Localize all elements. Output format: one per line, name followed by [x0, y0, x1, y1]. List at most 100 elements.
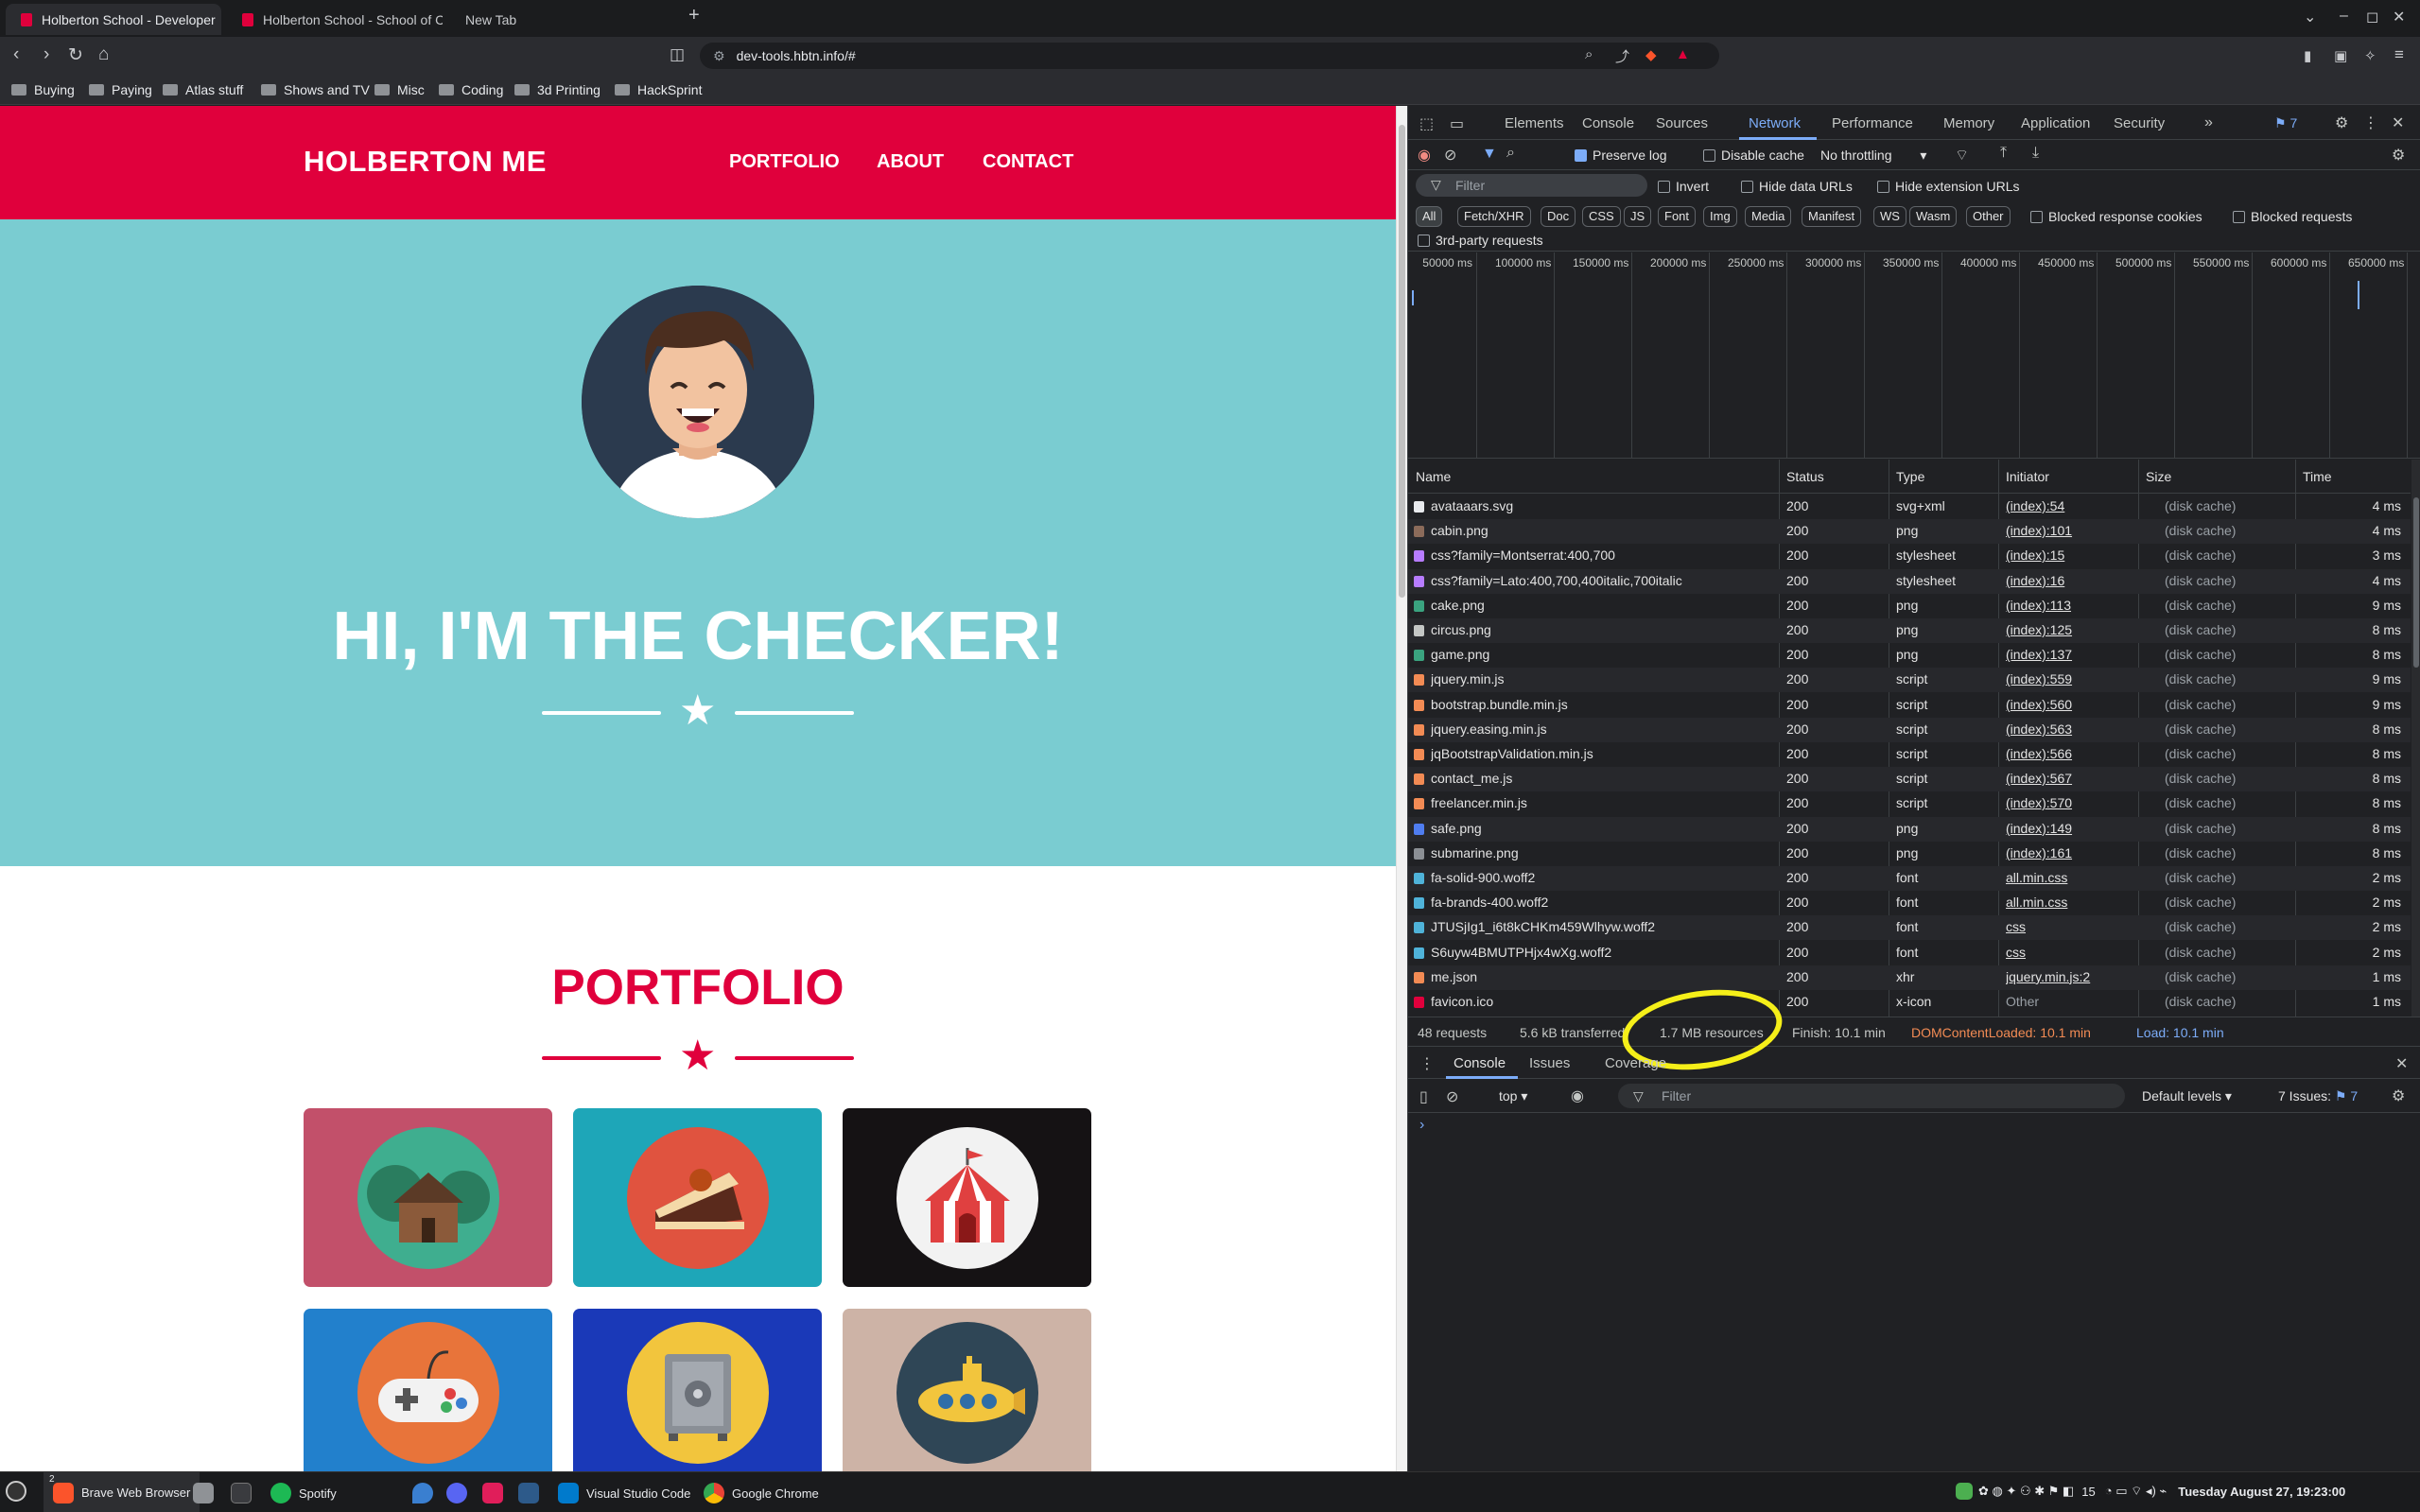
- close-window-icon[interactable]: ✕: [2393, 8, 2405, 26]
- cell-initiator[interactable]: jquery.min.js:2: [2006, 969, 2138, 984]
- nav-portfolio[interactable]: PORTFOLIO: [729, 151, 840, 173]
- type-manifest[interactable]: Manifest: [1802, 206, 1862, 227]
- start-menu-icon[interactable]: [6, 1481, 34, 1502]
- type-img[interactable]: Img: [1703, 206, 1737, 227]
- home-icon[interactable]: ⌂: [98, 44, 109, 65]
- network-request-row[interactable]: jquery.min.js 200 script (index):559 (disk c…: [1408, 668, 2411, 693]
- maximize-icon[interactable]: ◻: [2366, 8, 2378, 26]
- drawer-tab-console[interactable]: Console: [1454, 1055, 1506, 1071]
- network-list-scrollbar[interactable]: [2411, 460, 2420, 1017]
- settings-gear-icon[interactable]: ⚙: [2335, 113, 2348, 132]
- minimize-icon[interactable]: –: [2340, 8, 2348, 25]
- browser-tab-2[interactable]: Holberton School - School of Co: [227, 4, 443, 35]
- cell-initiator[interactable]: css: [2006, 919, 2138, 934]
- code-icon[interactable]: [518, 1483, 547, 1503]
- tab-performance[interactable]: Performance: [1832, 115, 1913, 131]
- bookmark-folder[interactable]: Shows and TV: [261, 82, 370, 97]
- drawer-menu-icon[interactable]: ⋮: [1419, 1054, 1435, 1073]
- type-media[interactable]: Media: [1745, 206, 1792, 227]
- tab-console[interactable]: Console: [1582, 115, 1634, 131]
- portfolio-item-cake[interactable]: [573, 1108, 822, 1287]
- network-request-row[interactable]: cabin.png 200 png (index):101 (disk cache) 4 …: [1408, 519, 2411, 545]
- hide-data-urls-checkbox[interactable]: Hide data URLs: [1741, 179, 1853, 194]
- network-request-row[interactable]: cake.png 200 png (index):113 (disk cache) 9 m…: [1408, 594, 2411, 618]
- drop-icon[interactable]: [412, 1483, 441, 1503]
- bookmark-folder[interactable]: Buying: [11, 82, 75, 97]
- new-tab-button[interactable]: +: [688, 5, 700, 26]
- device-toolbar-icon[interactable]: ▭: [1450, 114, 1464, 133]
- network-request-row[interactable]: safe.png 200 png (index):149 (disk cache) 8 m…: [1408, 816, 2411, 842]
- cell-initiator[interactable]: (index):137: [2006, 647, 2138, 662]
- network-request-row[interactable]: jqBootstrapValidation.min.js 200 script (in…: [1408, 742, 2411, 767]
- cell-initiator[interactable]: (index):567: [2006, 771, 2138, 786]
- throttling-select[interactable]: No throttling ▾: [1820, 148, 1926, 164]
- disable-cache-checkbox[interactable]: Disable cache: [1703, 148, 1804, 163]
- preserve-log-checkbox[interactable]: Preserve log: [1575, 148, 1667, 163]
- cell-initiator[interactable]: Other: [2006, 994, 2138, 1009]
- sidebar-icon[interactable]: ▮: [2304, 47, 2311, 64]
- export-har-icon[interactable]: ⤓: [2032, 145, 2039, 162]
- kebab-menu-icon[interactable]: ⋮: [2363, 113, 2378, 132]
- issues-counter[interactable]: 7 Issues: ⚑ 7: [2278, 1088, 2358, 1104]
- tray-icons[interactable]: ✿ ◍ ✦ ⚇ ✱ ⚑ ◧: [1978, 1484, 2074, 1499]
- tab-sources[interactable]: Sources: [1656, 115, 1708, 131]
- nav-contact[interactable]: CONTACT: [983, 151, 1073, 173]
- tab-memory[interactable]: Memory: [1943, 115, 1994, 131]
- bookmark-icon[interactable]: ◫: [670, 45, 685, 64]
- type-other[interactable]: Other: [1966, 206, 2011, 227]
- record-icon[interactable]: ◉: [1418, 146, 1431, 165]
- portfolio-item-game[interactable]: [304, 1309, 552, 1471]
- tab-elements[interactable]: Elements: [1505, 115, 1564, 131]
- console-output[interactable]: ›: [1408, 1113, 2420, 1471]
- network-request-row[interactable]: css?family=Montserrat:400,700 200 styleshe…: [1408, 544, 2411, 568]
- cell-initiator[interactable]: (index):15: [2006, 547, 2138, 563]
- wallet-icon[interactable]: ▣: [2334, 47, 2347, 64]
- task-brave[interactable]: Brave Web Browser 2: [44, 1472, 200, 1512]
- tab-network[interactable]: Network: [1749, 115, 1801, 131]
- network-request-row[interactable]: favicon.ico 200 x-icon Other (disk cache) 1 m…: [1408, 990, 2411, 1015]
- reload-icon[interactable]: ↻: [68, 44, 83, 66]
- col-initiator[interactable]: Initiator: [2006, 469, 2049, 484]
- network-settings-icon[interactable]: ⚙: [2392, 146, 2405, 165]
- live-expression-eye-icon[interactable]: ◉: [1571, 1086, 1584, 1105]
- share-icon[interactable]: ⤴: [1615, 46, 1629, 66]
- close-tab-icon[interactable]: ✕: [216, 11, 221, 27]
- terminal-icon[interactable]: [231, 1483, 259, 1503]
- network-request-row[interactable]: freelancer.min.js 200 script (index):570 (di…: [1408, 791, 2411, 816]
- cell-initiator[interactable]: (index):125: [2006, 622, 2138, 637]
- network-request-row[interactable]: fa-brands-400.woff2 200 font all.min.css (di…: [1408, 891, 2411, 915]
- zoom-icon[interactable]: ⌕: [1585, 46, 1593, 62]
- type-ws[interactable]: WS: [1873, 206, 1906, 227]
- cell-initiator[interactable]: all.min.css: [2006, 895, 2138, 910]
- browser-tab-3[interactable]: New Tab: [450, 4, 687, 35]
- blocked-response-cookies-checkbox[interactable]: Blocked response cookies: [2030, 209, 2202, 224]
- blocked-requests-checkbox[interactable]: Blocked requests: [2233, 209, 2352, 224]
- bookmark-folder[interactable]: HackSprint: [615, 82, 702, 97]
- cell-initiator[interactable]: (index):113: [2006, 598, 2138, 613]
- console-filter-input[interactable]: Filter: [1618, 1084, 2125, 1108]
- console-sidebar-icon[interactable]: ▯: [1419, 1087, 1428, 1106]
- leo-icon[interactable]: ✧: [2364, 47, 2376, 64]
- tab-application[interactable]: Application: [2021, 115, 2090, 131]
- cell-initiator[interactable]: (index):563: [2006, 721, 2138, 737]
- bookmark-folder[interactable]: Misc: [374, 82, 425, 97]
- network-request-row[interactable]: game.png 200 png (index):137 (disk cache) 8 m…: [1408, 643, 2411, 668]
- tray-status-icons[interactable]: ◔ ▭ ⌔ ◂) ⌁: [2105, 1484, 2167, 1499]
- more-tabs-icon[interactable]: »: [2204, 114, 2213, 131]
- filter-icon[interactable]: ▼: [1482, 146, 1497, 163]
- network-request-row[interactable]: contact_me.js 200 script (index):567 (disk c…: [1408, 767, 2411, 792]
- col-time[interactable]: Time: [2303, 469, 2332, 484]
- clear-icon[interactable]: ⊘: [1444, 146, 1456, 165]
- cell-initiator[interactable]: (index):560: [2006, 697, 2138, 712]
- slack-icon[interactable]: [482, 1483, 511, 1503]
- col-size[interactable]: Size: [2146, 469, 2171, 484]
- import-har-icon[interactable]: ⤒: [2000, 145, 2007, 162]
- search-icon[interactable]: ⌕: [1506, 145, 1515, 162]
- clock[interactable]: Tuesday August 27, 19:23:00: [2178, 1485, 2345, 1499]
- inspect-element-icon[interactable]: ⬚: [1419, 114, 1434, 133]
- type-fetch-xhr[interactable]: Fetch/XHR: [1457, 206, 1531, 227]
- bookmark-folder[interactable]: Coding: [439, 82, 503, 97]
- bookmark-folder[interactable]: Atlas stuff: [163, 82, 243, 97]
- bookmark-folder[interactable]: Paying: [89, 82, 152, 97]
- portfolio-item-cabin[interactable]: [304, 1108, 552, 1287]
